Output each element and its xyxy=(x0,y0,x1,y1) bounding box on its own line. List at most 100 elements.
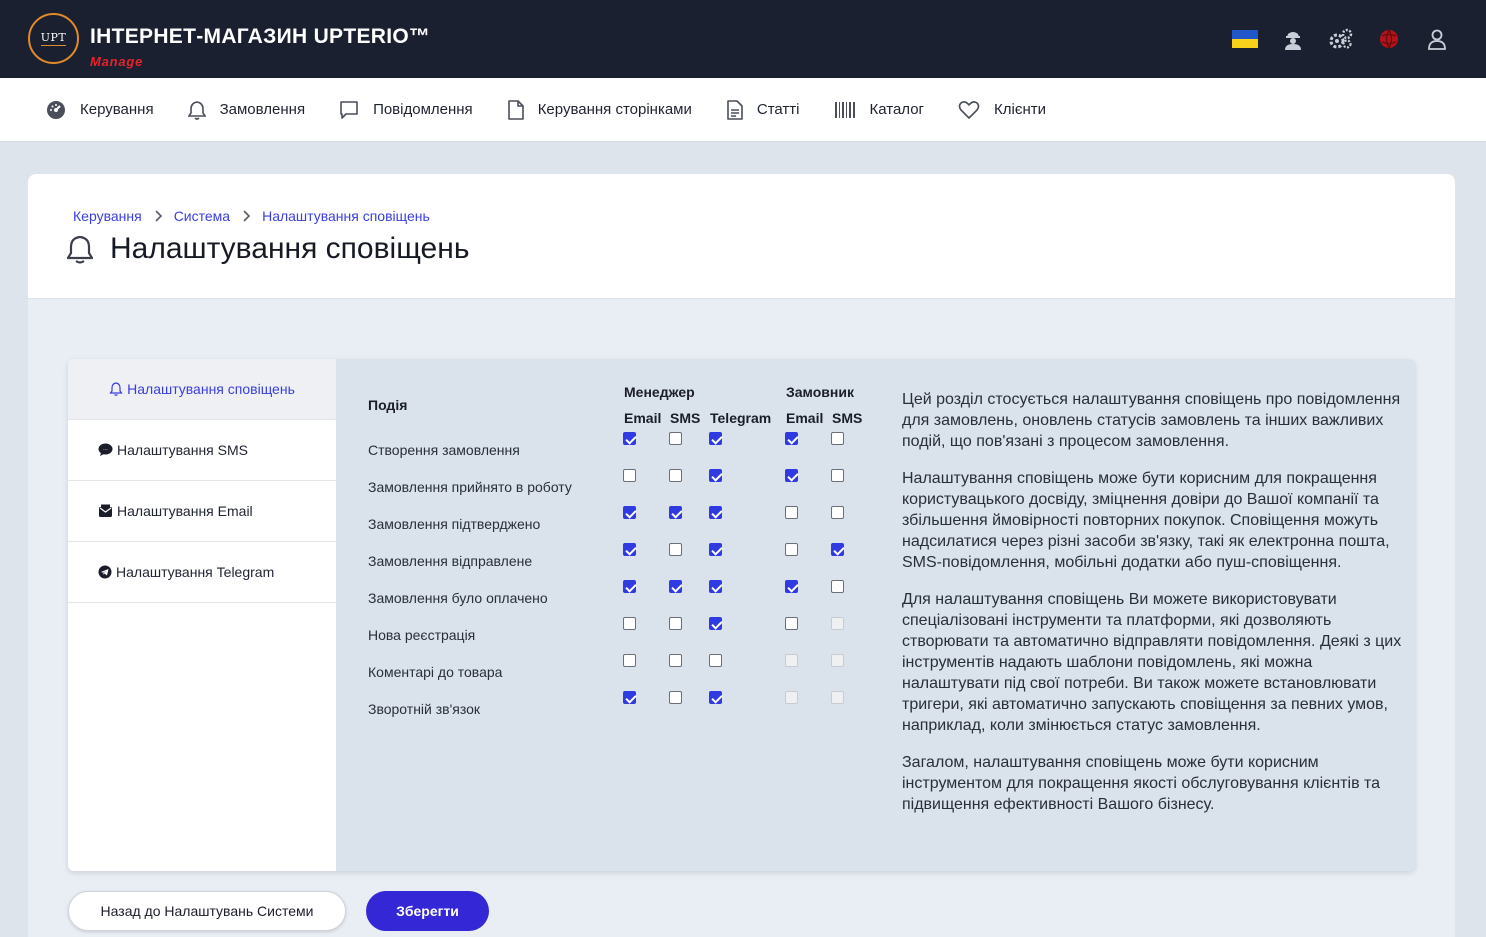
bell-icon xyxy=(187,100,206,120)
event-column-header: Подія xyxy=(368,397,408,413)
nav-item-clients[interactable]: Клієнти xyxy=(958,100,1046,120)
logo[interactable]: UPT xyxy=(28,13,79,64)
notify-checkbox[interactable] xyxy=(709,432,722,445)
description-paragraph: Для налаштування сповіщень Ви можете вик… xyxy=(902,591,1402,734)
channel-header-telegram: Telegram xyxy=(710,410,772,426)
notify-checkbox[interactable] xyxy=(669,654,682,667)
breadcrumb-current[interactable]: Налаштування сповіщень xyxy=(262,208,430,224)
nav-item-catalog[interactable]: Каталог xyxy=(834,101,924,119)
notify-checkbox[interactable] xyxy=(709,469,722,482)
notify-checkbox[interactable] xyxy=(669,543,682,556)
sms-icon: ··· xyxy=(98,443,113,456)
sidebar-item-label: Налаштування Telegram xyxy=(116,564,275,580)
chevron-right-icon xyxy=(242,210,251,222)
notify-checkbox[interactable] xyxy=(785,543,798,556)
description-paragraph: Налаштування сповіщень може бути корисни… xyxy=(902,470,1390,571)
notify-checkbox[interactable] xyxy=(831,432,844,445)
notify-checkbox[interactable] xyxy=(623,432,636,445)
support-agent-icon[interactable] xyxy=(1278,24,1308,54)
sidebar-item-telegram[interactable]: Налаштування Telegram xyxy=(68,542,336,603)
nav-item-pages[interactable]: Керування сторінками xyxy=(507,99,692,120)
dashboard-icon xyxy=(47,100,65,119)
notify-checkbox[interactable] xyxy=(669,506,682,519)
notify-checkbox[interactable] xyxy=(709,654,722,667)
breadcrumb-link[interactable]: Керування xyxy=(73,208,142,224)
notify-checkbox xyxy=(831,617,844,630)
logo-text: UPT xyxy=(40,31,67,46)
notify-checkbox[interactable] xyxy=(623,654,636,667)
page-header: Керування Система Налаштування сповіщень… xyxy=(28,174,1455,299)
event-label: Замовлення підтверджено xyxy=(368,516,541,532)
telegram-icon xyxy=(98,565,112,579)
nav-item-dashboard[interactable]: Керування xyxy=(46,100,154,120)
barcode-icon xyxy=(834,101,855,118)
notify-checkbox[interactable] xyxy=(669,469,682,482)
notify-checkbox[interactable] xyxy=(785,506,798,519)
nav-item-articles[interactable]: Статті xyxy=(726,99,800,120)
notify-checkbox[interactable] xyxy=(785,580,798,593)
globe-icon[interactable] xyxy=(1374,24,1404,54)
settings-gears-icon[interactable] xyxy=(1326,24,1356,54)
breadcrumb-link[interactable]: Система xyxy=(174,208,230,224)
channel-header-email: Email xyxy=(786,410,824,426)
notify-checkbox xyxy=(785,691,798,704)
description: Цей розділ стосується налаштування спові… xyxy=(902,389,1404,831)
nav-label: Керування xyxy=(80,101,154,118)
nav-label: Статті xyxy=(756,101,800,118)
notify-checkbox[interactable] xyxy=(669,617,682,630)
header-actions xyxy=(1212,24,1452,54)
event-label: Зворотній зв'язок xyxy=(368,701,481,717)
notify-checkbox[interactable] xyxy=(623,506,636,519)
notify-checkbox[interactable] xyxy=(669,691,682,704)
group-header-customer: Замовник xyxy=(786,384,854,400)
notify-checkbox[interactable] xyxy=(785,617,798,630)
back-to-system-settings-button[interactable]: Назад до Налаштувань Системи xyxy=(68,891,346,931)
user-account-icon[interactable] xyxy=(1422,24,1452,54)
sidebar-item-sms[interactable]: ··· Налаштування SMS xyxy=(68,420,336,481)
channel-header-sms: SMS xyxy=(670,410,701,426)
notify-checkbox[interactable] xyxy=(623,543,636,556)
event-label: Замовлення прийнято в роботу xyxy=(368,479,572,495)
brand-subtitle: Manage xyxy=(90,54,144,69)
page-title: Налаштування сповіщень xyxy=(110,232,470,265)
notify-checkbox[interactable] xyxy=(831,580,844,593)
settings-panel: Налаштування сповіщень ··· Налаштування … xyxy=(68,359,1415,871)
notify-checkbox[interactable] xyxy=(623,691,636,704)
notify-checkbox[interactable] xyxy=(785,469,798,482)
notify-checkbox[interactable] xyxy=(709,580,722,593)
notification-grid: Менеджер Замовник Подія Email SMS Telegr… xyxy=(336,359,1415,871)
nav-label: Замовлення xyxy=(219,101,306,118)
sidebar-item-notifications[interactable]: Налаштування сповіщень xyxy=(68,359,336,420)
event-label: Нова реєстрація xyxy=(368,627,476,643)
notify-checkbox[interactable] xyxy=(709,691,722,704)
channel-header-sms: SMS xyxy=(832,410,863,426)
sidebar-item-email[interactable]: Налаштування Email xyxy=(68,481,336,542)
notify-checkbox xyxy=(785,654,798,667)
bell-icon xyxy=(109,382,123,396)
notify-checkbox[interactable] xyxy=(709,506,722,519)
notify-checkbox[interactable] xyxy=(623,469,636,482)
notify-checkbox[interactable] xyxy=(831,469,844,482)
event-label: Замовлення відправлене xyxy=(368,553,533,569)
notify-checkbox[interactable] xyxy=(709,617,722,630)
chevron-right-icon xyxy=(154,210,162,222)
bell-icon xyxy=(66,235,94,264)
page-icon xyxy=(507,99,524,120)
channel-header-email: Email xyxy=(624,410,662,426)
notify-checkbox[interactable] xyxy=(669,432,682,445)
settings-sidebar: Налаштування сповіщень ··· Налаштування … xyxy=(68,359,336,871)
notify-checkbox[interactable] xyxy=(709,543,722,556)
group-header-manager: Менеджер xyxy=(624,384,695,400)
notify-checkbox[interactable] xyxy=(831,543,844,556)
notify-checkbox[interactable] xyxy=(831,506,844,519)
sidebar-item-label: Налаштування SMS xyxy=(117,442,248,458)
save-button[interactable]: Зберегти xyxy=(366,891,489,931)
notify-checkbox[interactable] xyxy=(623,617,636,630)
nav-item-orders[interactable]: Замовлення xyxy=(187,100,306,120)
page-title-row: Налаштування сповіщень xyxy=(66,232,469,266)
language-flag-icon[interactable] xyxy=(1230,24,1260,54)
nav-item-messages[interactable]: Повідомлення xyxy=(339,100,473,120)
notify-checkbox[interactable] xyxy=(785,432,798,445)
notify-checkbox[interactable] xyxy=(623,580,636,593)
notify-checkbox[interactable] xyxy=(669,580,682,593)
